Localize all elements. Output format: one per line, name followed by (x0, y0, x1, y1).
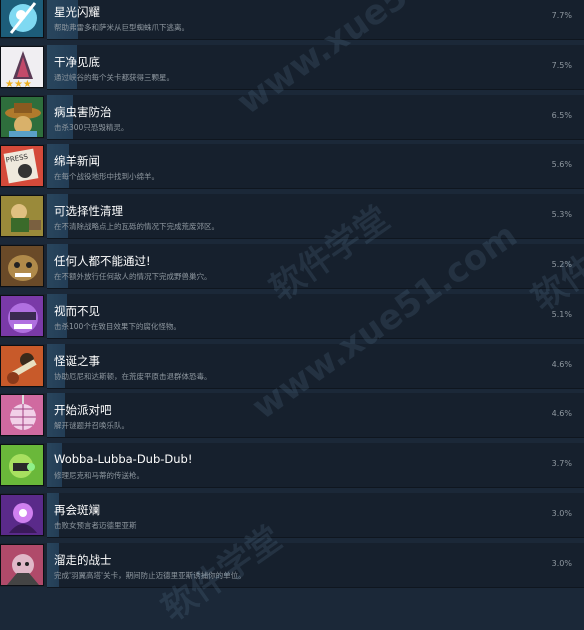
achievement-title: 星光闪耀 (54, 5, 100, 19)
achievement-unlock-percent: 3.0% (551, 509, 572, 518)
achievement-description: 解开谜题并召唤乐队。 (54, 421, 129, 430)
achievement-progress-track (47, 493, 584, 538)
achievement-description: 击杀100个在致目效果下的腐化怪物。 (54, 322, 181, 331)
achievement-row[interactable]: 怪诞之事协助厄尼和达斯顿，在荒废平原击退群体恐毒。 4.6% (0, 344, 584, 389)
achievement-title: 任何人都不能通过! (54, 254, 151, 268)
press-sheep-icon: PRESS (0, 145, 44, 187)
achievement-description: 协助厄尼和达斯顿，在荒废平原击退群体恐毒。 (54, 372, 212, 381)
blind-monster-icon (0, 295, 44, 337)
achievement-unlock-percent: 3.7% (551, 459, 572, 468)
achievement-row[interactable]: Wobba-Lubba-Dub-Dub! 修理尼克和马蒂的传送枪。 3.7% (0, 443, 584, 488)
achievement-description: 通过峡谷的每个关卡都获得三颗星。 (54, 73, 174, 82)
achievement-description: 击杀300只恐毁精灵。 (54, 123, 129, 132)
achievement-description: 在不清除战略点上的瓦砾的情况下完成荒废郊区。 (54, 222, 219, 231)
warrior-cat-icon (0, 544, 44, 586)
achievement-title: Wobba-Lubba-Dub-Dub! (54, 452, 193, 466)
achievement-description: 在每个战役地形中找到小绵羊。 (54, 172, 159, 181)
beast-den-icon (0, 245, 44, 287)
seeress-icon (0, 494, 44, 536)
achievement-title: 怪诞之事 (54, 354, 100, 368)
achievement-title: 溜走的战士 (54, 553, 112, 567)
achievement-description: 完成'羽翼高塔'关卡，期间防止迈德里亚斯诱捕你的单位。 (54, 571, 246, 580)
three-stars-tower-icon: ★★★ (0, 46, 44, 88)
achievement-title: 视而不见 (54, 304, 100, 318)
achievement-title: 绵羊新闻 (54, 154, 100, 168)
achievement-unlock-percent: 4.6% (551, 360, 572, 369)
achievement-row[interactable]: 可选择性清理在不清除战略点上的瓦砾的情况下完成荒废郊区。 5.3% (0, 194, 584, 239)
achievement-unlock-percent: 3.0% (551, 559, 572, 568)
achievement-unlock-percent: 7.5% (551, 61, 572, 70)
achievement-description: 帮助弗雷多和萨米从巨型蜘蛛爪下逃离。 (54, 23, 189, 32)
achievement-progress-track (47, 344, 584, 389)
achievement-row[interactable]: 开始派对吧解开谜题并召唤乐队。 4.6% (0, 393, 584, 438)
svg-text:★★★: ★★★ (5, 79, 32, 88)
disco-ball-icon (0, 394, 44, 436)
achievement-unlock-percent: 5.1% (551, 310, 572, 319)
dwarf-rubble-icon (0, 195, 44, 237)
achievement-title: 再会斑斓 (54, 503, 100, 517)
achievement-progress-track (47, 45, 584, 90)
achievement-progress-track (47, 294, 584, 339)
achievement-progress-track (47, 144, 584, 189)
achievement-row[interactable]: 再会斑斓击败女预言者迈德里亚斯 3.0% (0, 493, 584, 538)
achievement-unlock-percent: 5.2% (551, 260, 572, 269)
achievement-unlock-percent: 6.5% (551, 111, 572, 120)
achievement-unlock-percent: 4.6% (551, 409, 572, 418)
achievement-description: 修理尼克和马蒂的传送枪。 (54, 471, 144, 480)
achievement-title: 干净见底 (54, 55, 100, 69)
achievement-progress-track (47, 543, 584, 588)
achievement-row[interactable]: 病虫害防治击杀300只恐毁精灵。 6.5% (0, 95, 584, 140)
starlight-sword-icon (0, 0, 44, 38)
achievement-row[interactable]: 星光闪耀帮助弗雷多和萨米从巨型蜘蛛爪下逃离。 7.7% (0, 0, 584, 40)
achievement-row[interactable]: 视而不见击杀100个在致目效果下的腐化怪物。 5.1% (0, 294, 584, 339)
pest-hat-icon (0, 96, 44, 138)
guitar-hero-icon (0, 345, 44, 387)
achievement-progress-track (47, 0, 584, 40)
achievement-list: 星光闪耀帮助弗雷多和萨米从巨型蜘蛛爪下逃离。 7.7% ★★★ 干净见底通过峡谷的每个… (0, 0, 584, 590)
achievement-title: 开始派对吧 (54, 403, 112, 417)
achievement-description: 在不额外放行任何敌人的情况下完成野兽巢穴。 (54, 272, 212, 281)
achievement-unlock-percent: 5.6% (551, 160, 572, 169)
achievement-row[interactable]: PRESS 绵羊新闻在每个战役地形中找到小绵羊。 5.6% (0, 144, 584, 189)
achievement-description: 击败女预言者迈德里亚斯 (54, 521, 137, 530)
achievement-progress-track (47, 194, 584, 239)
achievement-unlock-percent: 5.3% (551, 210, 572, 219)
achievement-row[interactable]: 任何人都不能通过! 在不额外放行任何敌人的情况下完成野兽巢穴。 5.2% (0, 244, 584, 289)
portal-gun-icon (0, 444, 44, 486)
achievement-unlock-percent: 7.7% (551, 11, 572, 20)
achievement-title: 病虫害防治 (54, 105, 112, 119)
achievement-row[interactable]: 溜走的战士完成'羽翼高塔'关卡，期间防止迈德里亚斯诱捕你的单位。 3.0% (0, 543, 584, 588)
achievement-row[interactable]: ★★★ 干净见底通过峡谷的每个关卡都获得三颗星。 7.5% (0, 45, 584, 90)
achievement-progress-track (47, 95, 584, 140)
achievement-progress-track (47, 393, 584, 438)
achievement-title: 可选择性清理 (54, 204, 123, 218)
